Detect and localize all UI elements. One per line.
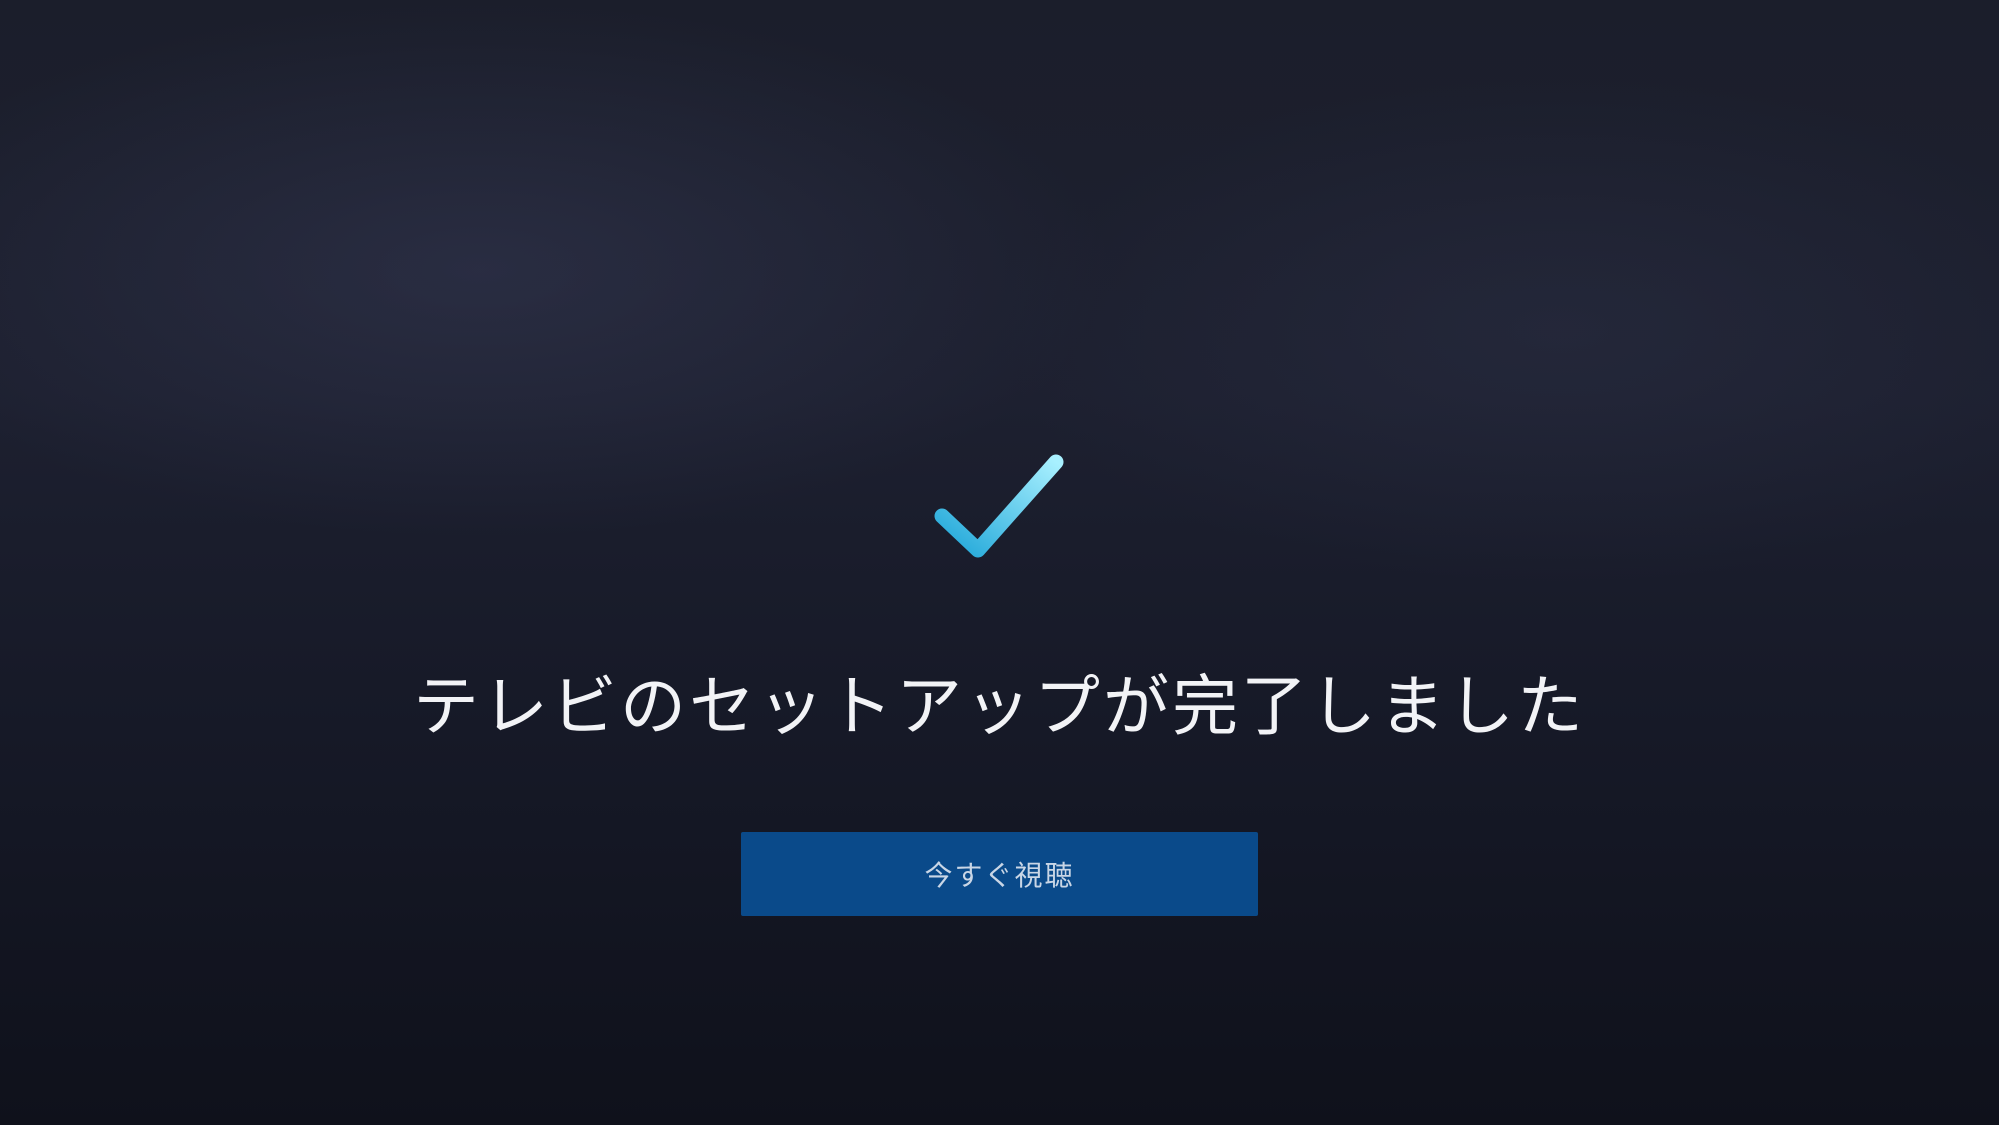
watch-now-button[interactable]: 今すぐ視聴 (741, 832, 1258, 916)
checkmark-icon (934, 454, 1064, 558)
setup-complete-screen: テレビのセットアップが完了しました 今すぐ視聴 (0, 0, 1999, 1125)
watch-now-button-label: 今すぐ視聴 (924, 859, 1075, 892)
setup-complete-title: テレビのセットアップが完了しました (413, 668, 1586, 745)
